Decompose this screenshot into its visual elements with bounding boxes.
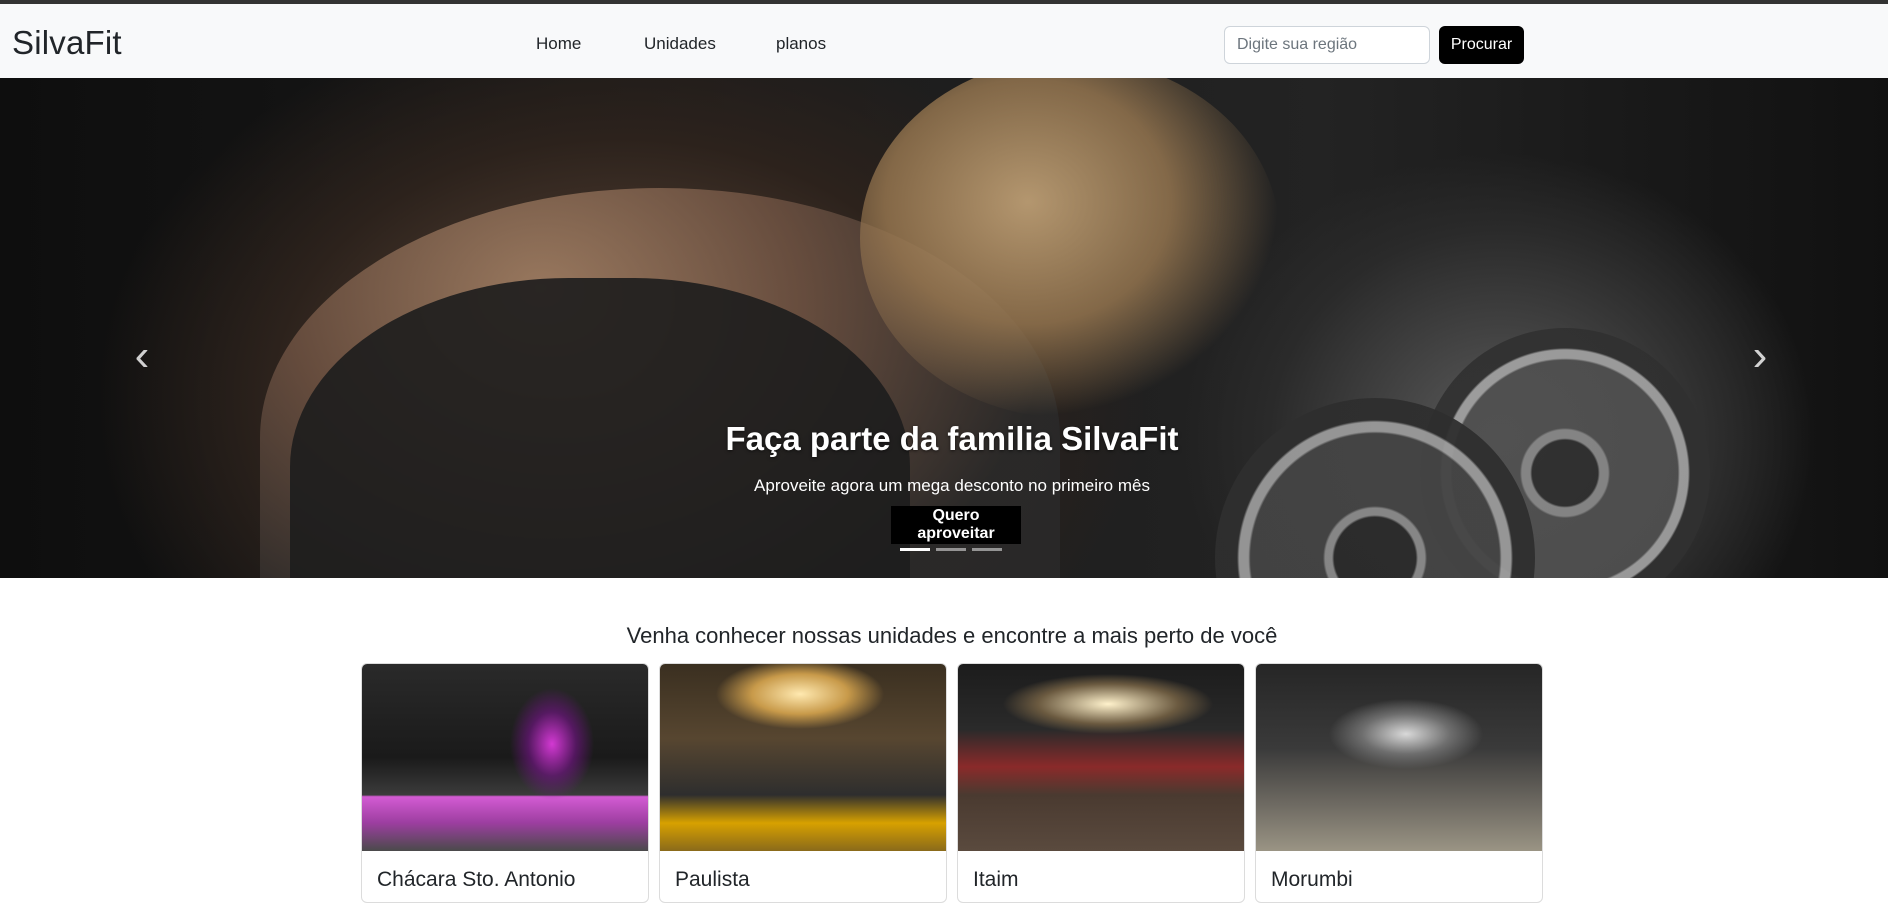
carousel-indicator[interactable] (900, 548, 930, 551)
unit-card[interactable]: Morumbi (1255, 663, 1543, 903)
unit-card-title: Chácara Sto. Antonio (377, 868, 576, 891)
hero-figure-hair (860, 78, 1280, 418)
unit-card-title: Morumbi (1271, 868, 1353, 891)
nav-link-home[interactable]: Home (536, 34, 581, 54)
unit-image (362, 664, 648, 851)
region-search-input[interactable] (1224, 26, 1430, 64)
carousel-indicator[interactable] (972, 548, 1002, 551)
nav-link-unidades[interactable]: Unidades (644, 34, 716, 54)
hero-title: Faça parte da familia SilvaFit (725, 420, 1179, 457)
unit-card[interactable]: Itaim (957, 663, 1245, 903)
hero-subtitle: Aproveite agora um mega desconto no prim… (754, 476, 1150, 495)
unit-image (660, 664, 946, 851)
chevron-left-icon: ‹ (134, 331, 150, 380)
unit-card[interactable]: Paulista (659, 663, 947, 903)
search-button[interactable]: Procurar (1439, 26, 1524, 64)
units-heading: Venha conhecer nossas unidades e encontr… (626, 623, 1278, 648)
carousel-prev-button[interactable]: ‹ (112, 311, 172, 401)
unit-card-title: Paulista (675, 868, 750, 891)
navbar: SilvaFit Home Unidades planos Procurar (0, 4, 1888, 78)
carousel-next-button[interactable]: › (1730, 311, 1790, 401)
brand-logo[interactable]: SilvaFit (12, 24, 122, 62)
unit-cards: Chácara Sto. Antonio Paulista Itaim Moru… (361, 663, 1543, 903)
unit-image (958, 664, 1244, 851)
unit-image (1256, 664, 1542, 851)
carousel-indicator[interactable] (936, 548, 966, 551)
nav-link-planos[interactable]: planos (776, 34, 826, 54)
unit-card-title: Itaim (973, 868, 1019, 891)
hero-cta-button[interactable]: Quero aproveitar (891, 506, 1021, 544)
unit-card[interactable]: Chácara Sto. Antonio (361, 663, 649, 903)
carousel-indicators (900, 548, 1002, 552)
chevron-right-icon: › (1752, 331, 1768, 380)
hero-carousel: ‹ › Faça parte da familia SilvaFit Aprov… (0, 78, 1888, 578)
